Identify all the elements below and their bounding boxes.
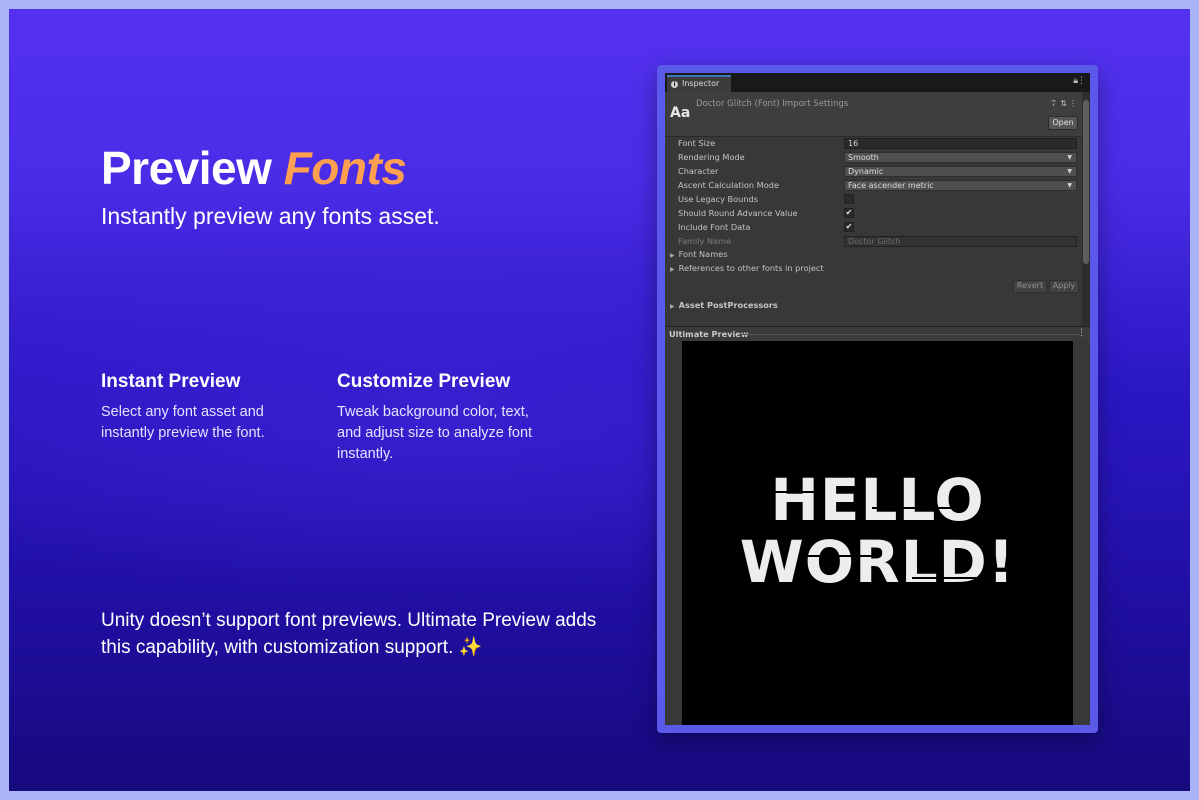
open-button[interactable]: Open xyxy=(1048,116,1078,130)
context-menu-icon[interactable]: ⋮ xyxy=(1069,99,1077,108)
preview-divider xyxy=(739,334,1079,335)
tab-inspector[interactable]: i Inspector xyxy=(667,75,731,92)
asset-header: Aa Doctor Glitch (Font) Import Settings … xyxy=(665,92,1082,137)
font-preview-canvas: HELLO WORLD! xyxy=(682,341,1073,725)
kebab-menu-icon[interactable]: ⋮ xyxy=(1077,76,1086,86)
rendering-mode-label: Rendering Mode xyxy=(678,152,745,162)
checkmark-icon: ✔ xyxy=(845,222,853,231)
asset-title: Doctor Glitch (Font) Import Settings xyxy=(696,99,849,109)
glitch-stripe xyxy=(912,577,992,579)
legacy-bounds-checkbox[interactable] xyxy=(844,194,854,204)
rendering-mode-value: Smooth xyxy=(848,153,879,162)
ascent-mode-value: Face ascender metric xyxy=(848,181,934,190)
inspector-panel: i Inspector 🔒︎ ⋮ Aa Doctor Glitch (Font) … xyxy=(665,73,1090,725)
promo-background: Preview Fonts Instantly preview any font… xyxy=(9,9,1190,791)
preview-sample-text: HELLO WORLD! xyxy=(682,469,1073,593)
rendering-mode-dropdown[interactable]: Smooth ▼ xyxy=(844,152,1077,163)
scrollbar-thumb[interactable] xyxy=(1083,100,1089,264)
foldout-post-processors[interactable]: ▶ Asset PostProcessors xyxy=(665,299,1082,313)
hero-title-main: Preview xyxy=(101,142,272,194)
info-icon: i xyxy=(671,81,678,88)
inspector-scrollbar[interactable] xyxy=(1082,92,1090,326)
font-size-label: Font Size xyxy=(678,138,716,148)
field-family-name: Family Name Doctor Glitch xyxy=(665,235,1082,249)
feature-desc-customize-preview: Tweak background color, text, and adjust… xyxy=(337,404,533,462)
field-include-font-data: Include Font Data ✔ xyxy=(665,221,1082,235)
caret-down-icon: ▼ xyxy=(1067,168,1072,175)
foldout-font-names[interactable]: ▶ Font Names xyxy=(665,248,1082,262)
ascent-mode-label: Ascent Calculation Mode xyxy=(678,180,779,190)
preview-line-2: WORLD! xyxy=(739,528,1016,596)
include-font-data-label: Include Font Data xyxy=(678,222,751,232)
glitch-stripe xyxy=(872,507,962,509)
inspector-window: i Inspector 🔒︎ ⋮ Aa Doctor Glitch (Font) … xyxy=(657,65,1098,733)
glitch-stripe xyxy=(802,555,872,557)
family-name-label: Family Name xyxy=(678,236,732,246)
font-size-input[interactable]: 16 xyxy=(844,138,1077,149)
hero-subtitle: Instantly preview any fonts asset. xyxy=(101,203,440,229)
tab-bar: i Inspector 🔒︎ ⋮ xyxy=(665,73,1090,92)
preview-header: Ultimate Preview ⋮ xyxy=(665,326,1090,341)
foldout-arrow-icon: ▶ xyxy=(670,266,675,273)
field-character: Character Dynamic ▼ xyxy=(665,165,1082,179)
references-label: References to other fonts in project xyxy=(678,263,824,273)
feature-title-customize-preview: Customize Preview xyxy=(337,371,511,392)
footer-text-body: Unity doesn’t support font previews. Ult… xyxy=(101,610,597,658)
field-ascent-mode: Ascent Calculation Mode Face ascender me… xyxy=(665,179,1082,193)
round-advance-checkbox[interactable]: ✔ xyxy=(844,208,854,218)
footer-text: Unity doesn’t support font previews. Ult… xyxy=(101,607,601,661)
revert-button[interactable]: Revert xyxy=(1013,280,1047,293)
foldout-arrow-icon: ▶ xyxy=(670,252,675,259)
caret-down-icon: ▼ xyxy=(1067,182,1072,189)
family-name-input: Doctor Glitch xyxy=(844,236,1077,247)
include-font-data-checkbox[interactable]: ✔ xyxy=(844,222,854,232)
feature-desc-instant-preview: Select any font asset and instantly prev… xyxy=(101,404,265,441)
field-rendering-mode: Rendering Mode Smooth ▼ xyxy=(665,151,1082,165)
ascent-mode-dropdown[interactable]: Face ascender metric ▼ xyxy=(844,180,1077,191)
foldout-arrow-icon: ▶ xyxy=(670,303,675,310)
post-processors-label: Asset PostProcessors xyxy=(678,300,778,310)
legacy-bounds-label: Use Legacy Bounds xyxy=(678,194,758,204)
caret-down-icon: ▼ xyxy=(1067,154,1072,161)
checkmark-icon: ✔ xyxy=(845,208,853,217)
presets-icon[interactable]: ⇅ xyxy=(1060,99,1067,108)
character-value: Dynamic xyxy=(848,167,884,176)
round-advance-label: Should Round Advance Value xyxy=(678,208,798,218)
character-label: Character xyxy=(678,166,719,176)
tab-inspector-label: Inspector xyxy=(682,79,720,88)
field-font-size: Font Size 16 xyxy=(665,137,1082,151)
help-icon[interactable]: ❔︎ xyxy=(1051,99,1056,109)
feature-title-instant-preview: Instant Preview xyxy=(101,371,241,392)
hero-title-accent: Fonts xyxy=(283,142,407,194)
apply-button[interactable]: Apply xyxy=(1049,280,1079,293)
preview-line-1: HELLO xyxy=(770,466,985,534)
preview-menu-icon[interactable]: ⋮ xyxy=(1077,328,1086,338)
font-names-label: Font Names xyxy=(678,249,728,259)
sparkles-icon: ✨ xyxy=(458,637,483,658)
font-asset-icon: Aa xyxy=(670,105,691,121)
character-dropdown[interactable]: Dynamic ▼ xyxy=(844,166,1077,177)
foldout-references[interactable]: ▶ References to other fonts in project xyxy=(665,262,1082,276)
field-round-advance: Should Round Advance Value ✔ xyxy=(665,207,1082,221)
field-legacy-bounds: Use Legacy Bounds xyxy=(665,193,1082,207)
glitch-stripe xyxy=(762,491,822,493)
hero-title: Preview Fonts xyxy=(101,141,407,195)
preview-title: Ultimate Preview xyxy=(669,329,749,339)
